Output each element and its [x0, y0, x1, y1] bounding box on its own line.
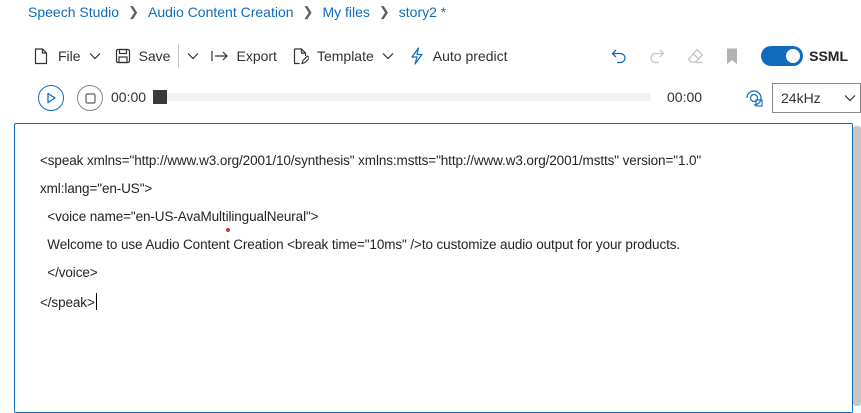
code-line: Welcome to use Audio Content Creation <b… — [40, 237, 681, 252]
playback-progress-track[interactable] — [153, 93, 651, 101]
chevron-down-icon — [844, 95, 856, 102]
total-time: 00:00 — [667, 89, 703, 105]
code-line: </voice> — [40, 265, 98, 280]
toolbar-right: SSML — [611, 41, 861, 71]
code-line: <speak xmlns="http://www.w3.org/2001/10/… — [40, 153, 702, 168]
code-line: </speak> — [40, 295, 95, 310]
auto-predict-button[interactable]: Auto predict — [410, 41, 508, 71]
redo-icon — [650, 49, 665, 64]
breadcrumb: Speech Studio ❯ Audio Content Creation ❯… — [0, 0, 446, 24]
code-line: <voice name="en-US-AvaMultilingualNeural… — [40, 209, 319, 224]
clear-button[interactable] — [687, 41, 704, 71]
eraser-icon — [687, 48, 704, 64]
breadcrumb-speech-studio[interactable]: Speech Studio — [28, 4, 119, 20]
lightning-icon — [411, 47, 423, 65]
play-icon — [47, 92, 56, 104]
toolbar: File Save Export Template Auto predict S… — [0, 41, 861, 71]
play-button[interactable] — [38, 85, 64, 111]
sample-rate-value: 24kHz — [781, 90, 821, 106]
stop-icon — [84, 92, 96, 104]
template-menu-button[interactable]: Template — [293, 41, 394, 71]
auto-predict-label: Auto predict — [432, 48, 508, 64]
save-button[interactable]: Save — [115, 41, 171, 71]
current-time: 00:00 — [111, 89, 147, 105]
chevron-right-icon: ❯ — [302, 4, 314, 19]
code-line-last: </speak> — [40, 293, 97, 310]
chevron-down-icon — [382, 53, 394, 60]
spelling-marker — [226, 228, 230, 232]
playback-progress-thumb[interactable] — [153, 90, 167, 104]
ssml-toggle[interactable] — [761, 46, 804, 66]
floppy-disk-icon — [115, 48, 130, 64]
document-icon — [34, 47, 48, 64]
ssml-label: SSML — [809, 48, 848, 64]
save-options-dropdown[interactable] — [187, 41, 199, 71]
breadcrumb-audio-content-creation[interactable]: Audio Content Creation — [148, 4, 294, 20]
audio-settings-button[interactable] — [745, 86, 763, 110]
chevron-right-icon: ❯ — [128, 4, 139, 19]
ssml-editor[interactable]: <speak xmlns="http://www.w3.org/2001/10/… — [14, 123, 853, 413]
export-button[interactable]: Export — [211, 41, 277, 71]
export-label: Export — [236, 48, 277, 64]
undo-button[interactable] — [611, 41, 627, 71]
document-edit-icon — [293, 47, 309, 64]
sample-rate-select[interactable]: 24kHz — [772, 83, 861, 113]
chevron-down-icon — [89, 53, 100, 60]
save-label: Save — [138, 48, 171, 64]
toolbar-divider — [178, 44, 180, 68]
undo-icon — [611, 49, 626, 64]
editor-scrollbar[interactable] — [853, 126, 861, 406]
stop-button[interactable] — [77, 85, 103, 111]
bookmark-icon — [727, 48, 738, 64]
redo-button[interactable] — [649, 41, 665, 71]
chevron-right-icon: ❯ — [378, 4, 390, 19]
bookmark-button[interactable] — [726, 41, 738, 71]
chevron-down-icon — [188, 53, 199, 60]
breadcrumb-current-file: story2 * — [398, 4, 447, 20]
file-menu-label: File — [58, 48, 81, 64]
text-cursor — [95, 293, 97, 310]
arrow-export-icon — [211, 51, 229, 61]
breadcrumb-my-files[interactable]: My files — [322, 4, 369, 20]
template-label: Template — [316, 48, 374, 64]
audio-settings-icon — [746, 90, 763, 107]
code-line: xml:lang="en-US"> — [40, 181, 153, 196]
file-menu-button[interactable]: File — [34, 41, 101, 71]
toggle-knob — [786, 49, 801, 63]
